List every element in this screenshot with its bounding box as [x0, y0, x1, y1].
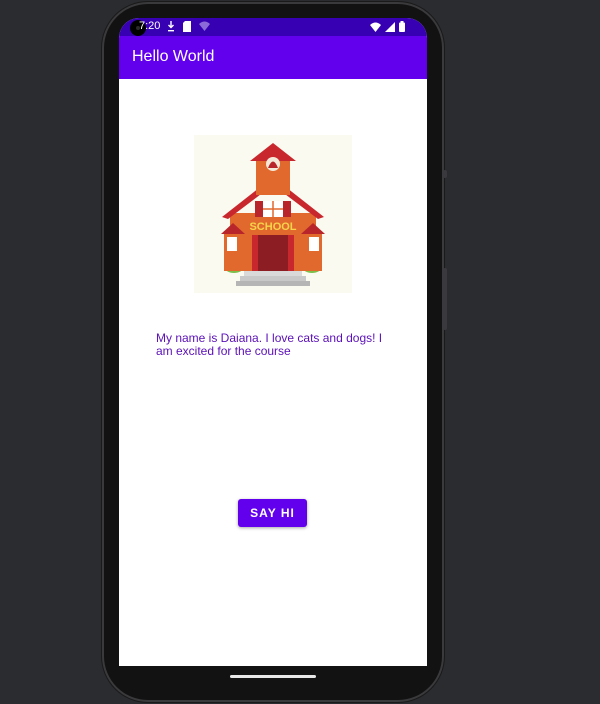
signal-icon: [385, 21, 395, 32]
volume-button: [443, 268, 447, 330]
status-bar: 7:20: [119, 18, 427, 36]
navigation-handle[interactable]: [230, 675, 316, 678]
school-house-image: SCHOOL: [194, 135, 352, 293]
intro-text: My name is Daiana. I love cats and dogs!…: [156, 331, 383, 358]
sd-card-icon: [183, 21, 191, 32]
wifi-icon: [370, 22, 381, 32]
status-time: 7:20: [139, 20, 161, 32]
svg-text:SCHOOL: SCHOOL: [249, 221, 296, 233]
power-button: [443, 170, 447, 178]
app-screen: 7:20 Hello World SCHOOL My name is Daian…: [119, 18, 427, 666]
wifi-calling-icon: [199, 21, 210, 31]
download-icon: [168, 21, 174, 32]
app-title: Hello World: [132, 48, 215, 65]
app-bar: Hello World: [119, 36, 427, 79]
say-hi-button[interactable]: SAY HI: [238, 499, 307, 527]
battery-icon: [399, 21, 405, 32]
